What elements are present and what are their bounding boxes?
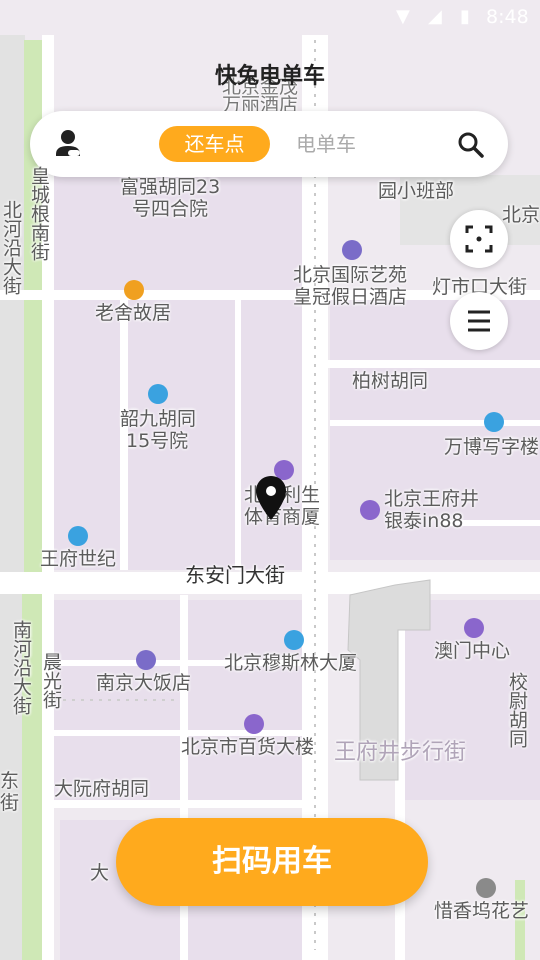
location-pin-icon xyxy=(256,476,286,520)
map-label: 万博写字楼 xyxy=(444,436,540,458)
landmark-icon xyxy=(124,280,144,300)
tab-e-bikes[interactable]: 电单车 xyxy=(280,126,372,162)
map-label: 富强胡同23 xyxy=(120,176,221,198)
search-button[interactable] xyxy=(454,128,488,162)
map-label: 皇冠假日酒店 xyxy=(293,286,408,308)
map-label: 北京市百货大楼 xyxy=(181,736,315,758)
map-label: 东安门大街 xyxy=(185,563,285,587)
map-label: 南河沿大街 xyxy=(10,620,32,715)
locate-button[interactable] xyxy=(450,210,508,268)
map-label: 惜香坞花艺 xyxy=(434,900,530,922)
profile-icon xyxy=(56,130,80,156)
map-label: 皇城根南街 xyxy=(28,166,50,261)
map-label: 老舍故居 xyxy=(95,302,172,324)
map-label: 北京王府井 xyxy=(384,488,480,510)
map-label: 北京国际艺苑 xyxy=(293,264,408,286)
map-label: 大 xyxy=(90,862,110,884)
map-label: 王府世纪 xyxy=(40,548,117,570)
shopping-icon xyxy=(360,500,380,520)
map-label: 街 xyxy=(0,792,20,814)
map-label: 银泰in88 xyxy=(384,510,464,532)
status-bar: ▼ ◢ ▮ 8:48 xyxy=(0,0,540,36)
profile-button[interactable] xyxy=(48,124,88,164)
status-time: 8:48 xyxy=(486,6,529,28)
map-label: 北河沿大街 xyxy=(0,200,22,295)
map-label: 晨光街 xyxy=(40,652,62,709)
office-icon xyxy=(68,526,88,546)
shopping-icon xyxy=(244,714,264,734)
tab-return-points[interactable]: 还车点 xyxy=(159,126,270,162)
map-label: 柏树胡同 xyxy=(352,370,429,392)
search-icon xyxy=(458,132,484,158)
map-label: 15号院 xyxy=(126,430,189,452)
hotel-icon xyxy=(342,240,362,260)
signal-icon: ◢ xyxy=(428,6,442,27)
map-label: 大阮府胡同 xyxy=(54,778,150,800)
map-label: 王府井步行街 xyxy=(334,740,467,765)
map-label: 澳门中心 xyxy=(434,640,511,662)
wifi-icon: ▼ xyxy=(396,6,410,27)
menu-button[interactable] xyxy=(450,292,508,350)
office-icon xyxy=(484,412,504,432)
map-label: 南京大饭店 xyxy=(96,672,192,694)
map-label: 北京穆斯林大厦 xyxy=(224,652,358,674)
app-title: 快兔电单车 xyxy=(214,64,325,89)
office-icon xyxy=(148,384,168,404)
battery-icon: ▮ xyxy=(460,6,470,27)
map-label: 东 xyxy=(0,770,20,792)
map-label: 韶九胡同 xyxy=(120,408,197,430)
menu-icon xyxy=(468,310,490,332)
shopping-icon xyxy=(464,618,484,638)
scan-to-ride-button[interactable]: 扫码用车 xyxy=(116,818,428,906)
locate-icon xyxy=(465,225,493,253)
hotel-icon xyxy=(136,650,156,670)
map-label: 号四合院 xyxy=(132,198,209,220)
office-icon xyxy=(284,630,304,650)
map-label: 园小班部 xyxy=(378,180,455,202)
map-label: 校尉胡同 xyxy=(506,672,528,748)
flower-shop-icon xyxy=(476,878,496,898)
